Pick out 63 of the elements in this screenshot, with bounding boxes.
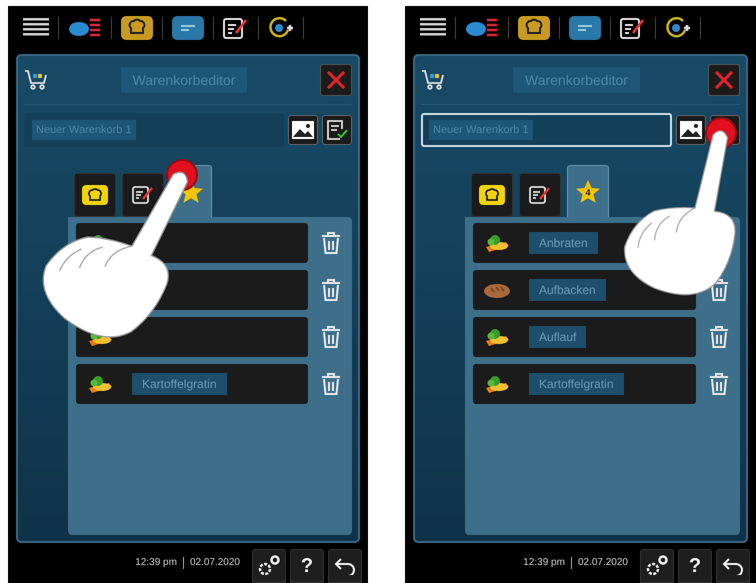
chef-hat-icon — [479, 185, 505, 205]
tray-icon[interactable] — [172, 16, 204, 40]
trash-icon[interactable] — [321, 278, 341, 302]
trash-icon[interactable] — [321, 372, 341, 396]
chef-hat-icon[interactable] — [121, 16, 153, 40]
item-label: Kartoffelgratin — [529, 373, 624, 395]
chef-hat-icon[interactable] — [518, 16, 550, 40]
vegetables-icon — [483, 374, 511, 394]
edit-icon — [529, 185, 551, 205]
edit-icon[interactable] — [223, 16, 249, 40]
edit-tab[interactable] — [519, 173, 561, 217]
favorites-tab[interactable]: 4 — [567, 165, 609, 217]
refresh-plus-icon[interactable] — [268, 16, 294, 40]
list-item[interactable]: Auflauf — [473, 317, 696, 357]
trash-icon[interactable] — [321, 231, 341, 255]
favorites-count: 4 — [584, 187, 592, 197]
settings-button[interactable] — [640, 549, 674, 583]
image-icon — [292, 121, 314, 139]
list-item[interactable]: Kartoffelgratin — [76, 364, 308, 404]
refresh-plus-icon[interactable] — [665, 16, 691, 40]
vegetables-icon — [483, 233, 511, 253]
chef-hat-icon — [82, 185, 108, 205]
image-button[interactable] — [676, 115, 706, 145]
gears-icon — [257, 555, 281, 577]
back-button[interactable] — [328, 549, 362, 583]
trash-icon[interactable] — [709, 278, 729, 302]
close-button[interactable] — [708, 64, 740, 96]
settings-button[interactable] — [252, 549, 286, 583]
help-button[interactable]: ? — [290, 549, 324, 583]
vegetables-icon — [483, 327, 511, 347]
checklist-icon — [326, 120, 348, 140]
back-icon — [334, 557, 356, 575]
item-label: Auflauf — [529, 326, 586, 348]
edit-icon[interactable] — [620, 16, 646, 40]
edit-icon — [132, 185, 154, 205]
item-label: Kartoffelgratin — [132, 373, 226, 395]
close-button[interactable] — [320, 64, 352, 96]
time-text: 12:39 pm — [135, 557, 177, 569]
date-text: 02.07.2020 — [578, 557, 628, 569]
vegetables-icon — [86, 374, 114, 394]
date-text: 02.07.2020 — [190, 557, 240, 569]
close-icon — [714, 70, 734, 90]
close-icon — [326, 70, 346, 90]
gears-icon — [645, 555, 669, 577]
trash-icon[interactable] — [321, 325, 341, 349]
cart-icon — [421, 69, 445, 91]
confirm-button[interactable] — [322, 115, 352, 145]
item-label: Aufbacken — [529, 279, 606, 301]
cart-icon — [24, 69, 48, 91]
time-text: 12:39 pm — [523, 557, 565, 569]
trash-icon[interactable] — [709, 372, 729, 396]
help-button[interactable]: ? — [678, 549, 712, 583]
image-icon — [680, 121, 702, 139]
back-icon — [722, 557, 744, 575]
item-label: Anbraten — [529, 232, 598, 254]
trash-icon[interactable] — [709, 325, 729, 349]
program-tab[interactable] — [471, 173, 513, 217]
star-icon — [575, 178, 601, 204]
program-tab[interactable] — [74, 173, 116, 217]
image-button[interactable] — [288, 115, 318, 145]
tray-icon[interactable] — [569, 16, 601, 40]
back-button[interactable] — [716, 549, 750, 583]
list-item[interactable]: Kartoffelgratin — [473, 364, 696, 404]
